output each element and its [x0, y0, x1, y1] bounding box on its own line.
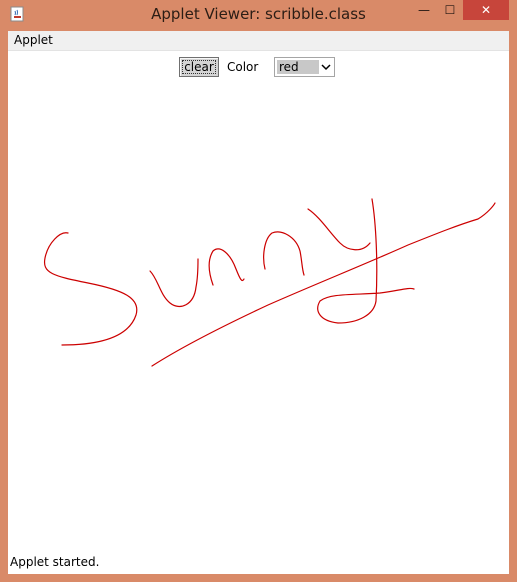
scribble-stroke-s [43, 232, 138, 346]
scribble-stroke-n2 [263, 231, 305, 276]
title-bar[interactable]: Applet Viewer: scribble.class — ☐ ✕ [0, 0, 517, 28]
color-select[interactable]: red [274, 57, 335, 77]
scribble-stroke-y1 [307, 208, 371, 251]
close-icon: ✕ [480, 3, 492, 17]
scribble-stroke-n1 [208, 248, 245, 286]
maximize-icon: ☐ [444, 3, 456, 17]
maximize-button[interactable]: ☐ [437, 0, 463, 20]
applet-client-area: Applet clear Color red Applet started. [8, 31, 509, 574]
close-button[interactable]: ✕ [463, 0, 509, 20]
minimize-icon: — [418, 3, 430, 17]
scribble-stroke-underline [151, 202, 496, 367]
scribble-stroke-y2 [317, 198, 415, 324]
applet-viewer-window: Applet Viewer: scribble.class — ☐ ✕ Appl… [0, 0, 517, 582]
color-label: Color [227, 60, 259, 74]
clear-button[interactable]: clear [179, 57, 219, 77]
minimize-button[interactable]: — [411, 0, 437, 20]
menu-bar: Applet [8, 31, 509, 51]
menu-applet[interactable]: Applet [14, 33, 53, 47]
scribble-canvas[interactable] [8, 83, 509, 553]
color-select-value: red [277, 60, 319, 74]
scribble-stroke-u1 [149, 258, 199, 308]
chevron-down-icon [321, 64, 331, 71]
status-text: Applet started. [10, 555, 100, 569]
